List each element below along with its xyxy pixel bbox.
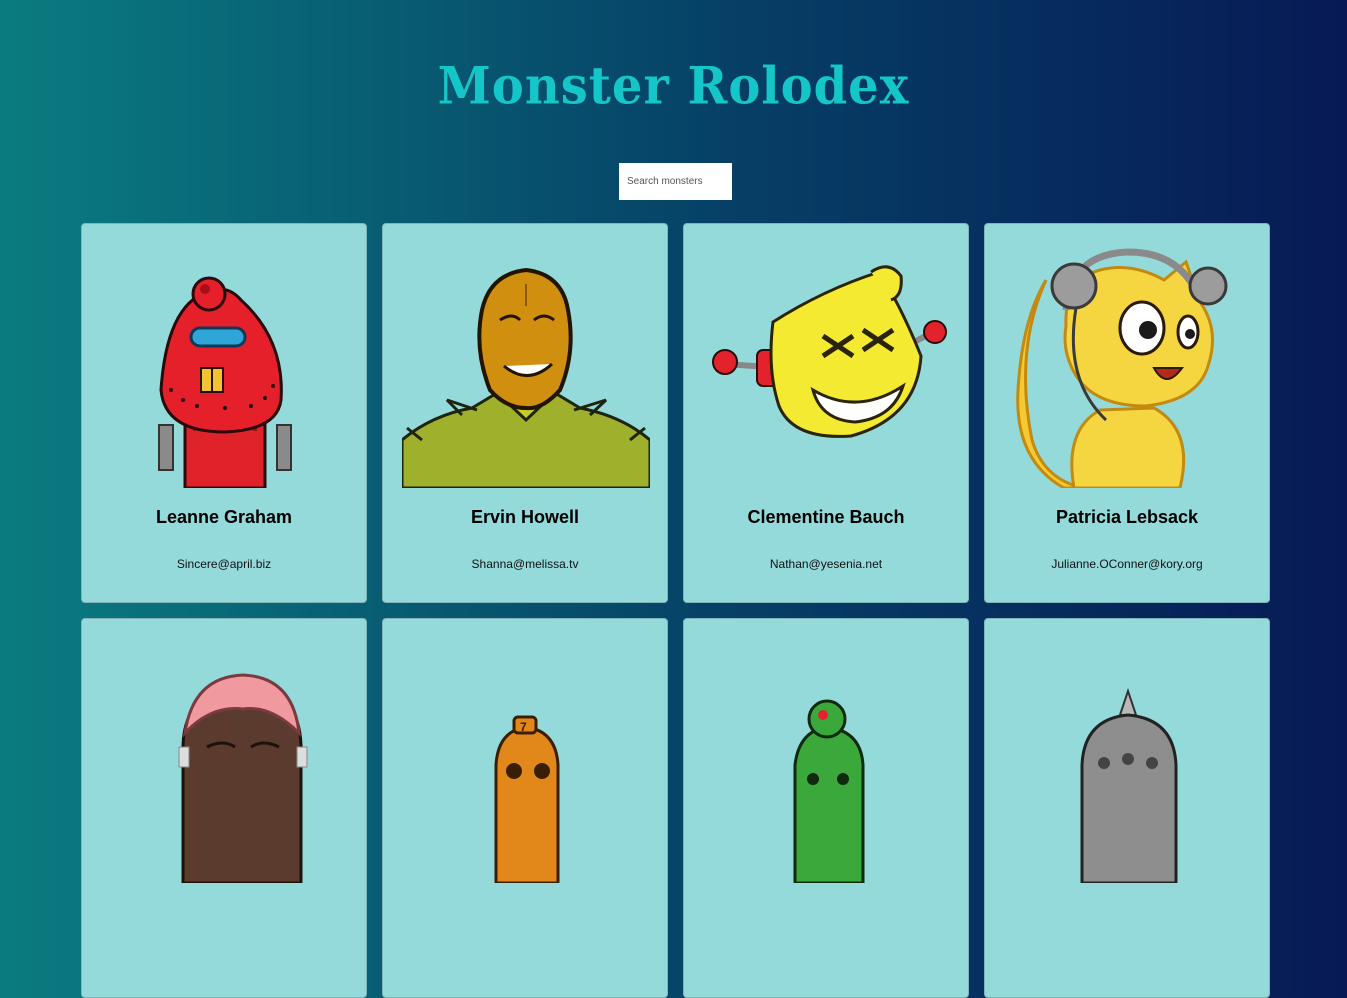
green-robot-icon bbox=[793, 699, 865, 883]
monster-card[interactable] bbox=[984, 618, 1270, 998]
monster-email: Shanna@melissa.tv bbox=[471, 557, 579, 571]
monster-email: Sincere@april.biz bbox=[176, 557, 272, 571]
search-input[interactable] bbox=[619, 163, 732, 200]
pink-hair-brute-icon bbox=[178, 673, 308, 883]
monster-email: Nathan@yesenia.net bbox=[769, 557, 883, 571]
monster-card[interactable]: Leanne Graham Sincere@april.biz bbox=[81, 223, 367, 603]
monster-name: Ervin Howell bbox=[470, 507, 580, 527]
monster-card[interactable]: Clementine Bauch Nathan@yesenia.net bbox=[683, 223, 969, 603]
mustard-brute-icon bbox=[402, 267, 650, 488]
monster-card[interactable]: Ervin Howell Shanna@melissa.tv bbox=[382, 223, 668, 603]
app-title: Monster Rolodex bbox=[437, 55, 910, 117]
monster-email: Julianne.OConner@kory.org bbox=[1051, 557, 1203, 571]
monster-name: Patricia Lebsack bbox=[1055, 507, 1199, 527]
orange-robot-icon: 7 bbox=[494, 715, 560, 883]
monster-card[interactable] bbox=[683, 618, 969, 998]
tabby-cat-icon bbox=[1016, 248, 1228, 488]
spiked-helmet-robot-icon bbox=[1080, 687, 1178, 883]
monster-name: Clementine Bauch bbox=[747, 507, 905, 527]
monster-name: Leanne Graham bbox=[155, 507, 293, 527]
yellow-grin-icon bbox=[712, 265, 947, 438]
red-robot-icon bbox=[158, 276, 292, 488]
card-list: Leanne Graham Sincere@april.biz Ervin Ho… bbox=[81, 223, 1271, 998]
svg-text:7: 7 bbox=[520, 720, 527, 734]
monster-card[interactable]: 7 bbox=[382, 618, 668, 998]
monster-card[interactable] bbox=[81, 618, 367, 998]
monster-card[interactable]: Patricia Lebsack Julianne.OConner@kory.o… bbox=[984, 223, 1270, 603]
